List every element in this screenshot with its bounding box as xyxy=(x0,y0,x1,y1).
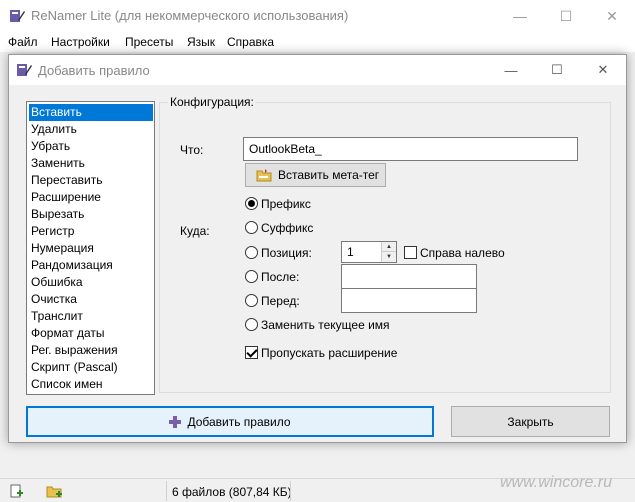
main-window-title: ReNamer Lite (для некоммерческого исполь… xyxy=(31,8,349,23)
menu-presets[interactable]: Пресеты xyxy=(125,35,173,49)
rule-item-serialize[interactable]: Нумерация xyxy=(29,240,153,257)
after-label[interactable]: После: xyxy=(261,270,299,284)
maximize-icon: ☐ xyxy=(559,7,573,24)
position-value: 1 xyxy=(347,245,354,259)
rule-item-cleanup[interactable]: Очистка xyxy=(29,291,153,308)
meta-tag-icon xyxy=(256,169,272,182)
after-radio[interactable] xyxy=(245,270,258,283)
after-input[interactable] xyxy=(341,264,477,289)
config-group-title: Конфигурация: xyxy=(168,95,256,109)
add-rule-button-label: Добавить правило xyxy=(187,414,291,429)
rule-item-pascal-script[interactable]: Скрипт (Pascal) xyxy=(29,359,153,376)
dialog-title: Добавить правило xyxy=(38,63,150,78)
rule-item-insert[interactable]: Вставить xyxy=(29,104,153,121)
rule-item-padding[interactable]: Обшибка xyxy=(29,274,153,291)
right-to-left-label[interactable]: Справа налево xyxy=(420,246,505,260)
menu-file[interactable]: Файл xyxy=(8,35,38,49)
add-files-icon[interactable] xyxy=(8,483,24,499)
minimize-icon: — xyxy=(513,8,527,24)
rule-item-user-input[interactable]: Список имен xyxy=(29,376,153,393)
what-label: Что: xyxy=(180,143,204,157)
rule-item-date-format[interactable]: Формат даты xyxy=(29,325,153,342)
close-icon: ✕ xyxy=(597,62,609,77)
rule-item-extension[interactable]: Расширение xyxy=(29,189,153,206)
suffix-label[interactable]: Суффикс xyxy=(261,221,313,235)
rule-item-translit[interactable]: Транслит xyxy=(29,308,153,325)
skip-extension-checkbox[interactable] xyxy=(245,346,258,359)
insert-meta-tag-label: Вставить мета-тег xyxy=(278,168,380,182)
plus-icon xyxy=(169,415,182,428)
position-label[interactable]: Позиция: xyxy=(261,246,312,260)
menubar: Файл Настройки Пресеты Язык Справка xyxy=(0,32,635,52)
menu-language[interactable]: Язык xyxy=(187,35,215,49)
rule-item-randomize[interactable]: Рандомизация xyxy=(29,257,153,274)
position-radio[interactable] xyxy=(245,246,258,259)
rule-item-delete[interactable]: Удалить xyxy=(29,121,153,138)
renamer-app-icon xyxy=(10,10,25,22)
main-close-button[interactable]: ✕ xyxy=(589,0,635,32)
right-to-left-checkbox[interactable] xyxy=(404,246,417,259)
skip-extension-label[interactable]: Пропускать расширение xyxy=(261,346,397,360)
dialog-titlebar: Добавить правило — ☐ ✕ xyxy=(9,55,626,85)
stepper-up-button[interactable]: ▲ xyxy=(382,242,396,252)
position-stepper[interactable]: 1 ▲ ▼ xyxy=(341,241,397,263)
close-dialog-button[interactable]: Закрыть xyxy=(451,406,610,437)
replace-name-radio[interactable] xyxy=(245,318,258,331)
rule-item-replace[interactable]: Заменить xyxy=(29,155,153,172)
add-rule-button[interactable]: Добавить правило xyxy=(26,406,434,437)
prefix-label[interactable]: Префикс xyxy=(261,197,311,211)
files-count: 6 файлов (807,84 КБ) xyxy=(172,485,292,499)
before-label[interactable]: Перед: xyxy=(261,294,300,308)
rule-item-strip[interactable]: Вырезать xyxy=(29,206,153,223)
rule-item-case[interactable]: Регистр xyxy=(29,223,153,240)
close-dialog-button-label: Закрыть xyxy=(507,414,554,429)
rule-item-rearrange[interactable]: Переставить xyxy=(29,172,153,189)
suffix-radio[interactable] xyxy=(245,221,258,234)
what-input[interactable]: OutlookBeta_ xyxy=(243,137,578,161)
close-icon: ✕ xyxy=(606,7,618,24)
menu-settings[interactable]: Настройки xyxy=(51,35,110,49)
add-rule-dialog: Добавить правило — ☐ ✕ Вставить Удалить … xyxy=(8,54,627,443)
minimize-icon: — xyxy=(504,62,518,78)
add-folder-icon[interactable] xyxy=(46,483,62,499)
insert-meta-tag-button[interactable]: Вставить мета-тег xyxy=(245,163,386,187)
rules-list[interactable]: Вставить Удалить Убрать Заменить Переста… xyxy=(26,101,155,395)
replace-name-label[interactable]: Заменить текущее имя xyxy=(261,318,390,332)
rule-item-remove[interactable]: Убрать xyxy=(29,138,153,155)
before-radio[interactable] xyxy=(245,294,258,307)
main-titlebar: ReNamer Lite (для некоммерческого исполь… xyxy=(0,0,635,32)
position-stepper-buttons: ▲ ▼ xyxy=(381,242,396,262)
dialog-minimize-button[interactable]: — xyxy=(488,55,534,85)
where-label: Куда: xyxy=(180,224,210,238)
main-maximize-button[interactable]: ☐ xyxy=(543,0,589,32)
watermark: www.wincore.ru xyxy=(500,474,613,491)
dialog-close-button[interactable]: ✕ xyxy=(580,55,626,85)
before-input[interactable] xyxy=(341,288,477,313)
menu-help[interactable]: Справка xyxy=(227,35,274,49)
dialog-maximize-button[interactable]: ☐ xyxy=(534,55,580,85)
status-separator xyxy=(166,481,167,501)
renamer-app-icon xyxy=(17,64,32,76)
maximize-icon: ☐ xyxy=(551,62,563,77)
prefix-radio[interactable] xyxy=(245,197,258,210)
stepper-down-button[interactable]: ▼ xyxy=(382,252,396,262)
rule-item-regex[interactable]: Рег. выражения xyxy=(29,342,153,359)
main-minimize-button[interactable]: — xyxy=(497,0,543,32)
status-separator xyxy=(290,481,291,501)
